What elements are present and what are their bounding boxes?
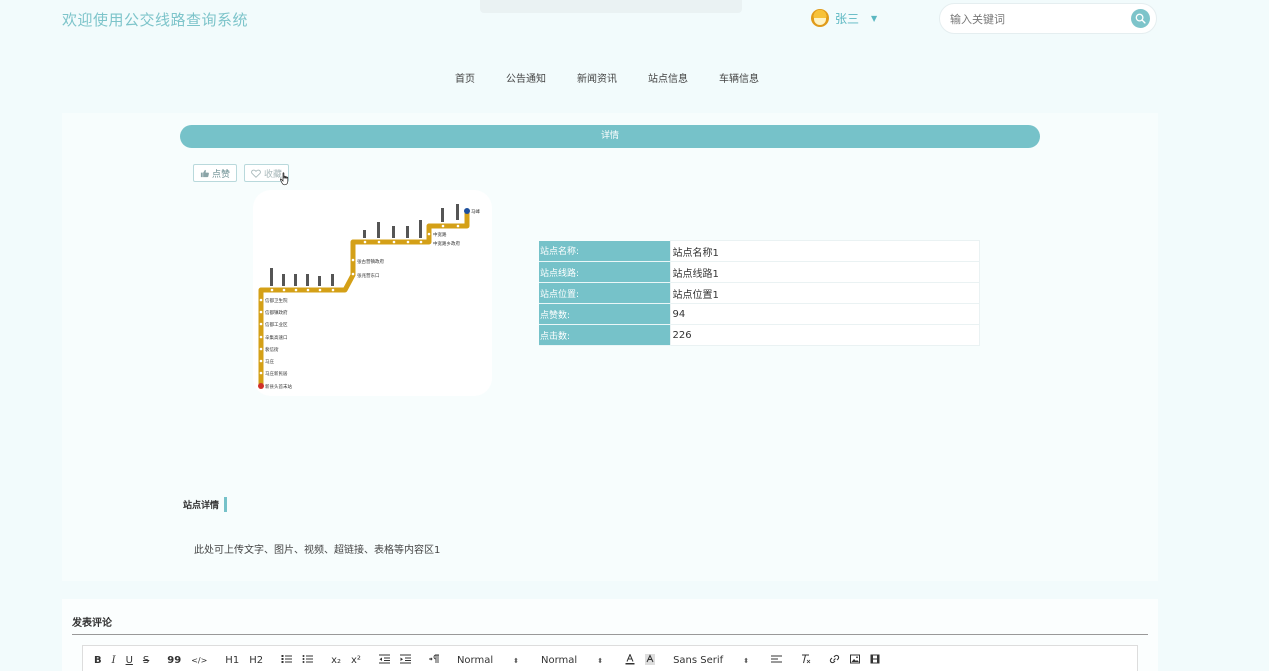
image-icon[interactable] <box>850 654 861 667</box>
map-station-label: 信都卫生院 <box>265 297 288 304</box>
section-title-text: 站点详情 <box>183 501 220 511</box>
nav-stations[interactable]: 站点信息 <box>648 70 688 85</box>
heart-icon <box>251 169 261 178</box>
map-station-label: 信都镇政府 <box>265 309 288 316</box>
subscript-button[interactable]: x₂ <box>331 655 341 666</box>
info-value: 站点位置1 <box>669 282 980 304</box>
search-icon <box>1135 13 1146 24</box>
top-placeholder-bar <box>480 0 742 13</box>
nav-news[interactable]: 新闻资讯 <box>577 70 617 85</box>
header-select-value: Normal <box>456 655 494 666</box>
map-station-label: 马庄 <box>265 358 274 365</box>
nav-vehicles[interactable]: 车辆信息 <box>719 70 759 85</box>
select-arrows-icon: ⬍ <box>597 656 604 665</box>
map-station-label: 张兆营东口 <box>357 272 380 279</box>
background-color-icon[interactable] <box>645 653 656 668</box>
info-label: 点赞数: <box>539 303 670 325</box>
clear-format-icon[interactable] <box>800 654 811 667</box>
map-station-label: 张古营镇政府 <box>357 258 384 265</box>
map-station-label: 中宽路乡政府 <box>433 240 460 247</box>
map-station-label: 辛集高速口 <box>265 334 288 341</box>
detail-header-bar: 详情 <box>180 125 1040 148</box>
info-value: 226 <box>669 324 980 346</box>
info-label: 点击数: <box>539 324 670 346</box>
info-label: 站点名称: <box>539 240 670 262</box>
section-accent-bar <box>224 497 228 512</box>
map-station-label: 马峰 <box>471 208 480 215</box>
station-info-table: 站点名称: 站点名称1 站点线路: 站点线路1 站点位置: 站点位置1 点赞数:… <box>539 240 980 346</box>
align-icon[interactable] <box>771 654 783 667</box>
search-button[interactable] <box>1131 9 1150 28</box>
info-value: 站点名称1 <box>669 240 980 262</box>
map-station-label: 信都工业区 <box>265 321 288 328</box>
bullet-list-icon[interactable] <box>302 654 314 667</box>
editor-toolbar: B I U S 99 </> H1 H2 x₂ x² Normal ⬍ Norm… <box>82 645 1138 671</box>
table-row: 点击数: 226 <box>539 324 980 346</box>
underline-button[interactable]: U <box>126 655 133 666</box>
select-arrows-icon: ⬍ <box>513 656 520 665</box>
font-select[interactable]: Sans Serif ⬍ <box>673 655 749 666</box>
strike-button[interactable]: S <box>143 655 149 666</box>
info-label: 站点线路: <box>539 261 670 283</box>
table-row: 站点名称: 站点名称1 <box>539 240 980 262</box>
map-station-label: 裴信街 <box>265 346 279 353</box>
nav-home[interactable]: 首页 <box>455 70 475 85</box>
user-avatar-icon <box>811 9 829 27</box>
text-color-icon[interactable] <box>625 652 635 668</box>
italic-button[interactable]: I <box>112 655 116 666</box>
comment-title: 发表评论 <box>72 618 112 629</box>
indent-icon[interactable] <box>399 654 411 667</box>
map-station-label: 马庄新民居 <box>265 370 288 377</box>
map-station-label: 新县头首末站 <box>265 383 292 390</box>
caret-down-icon[interactable]: ▼ <box>871 14 877 23</box>
info-label: 站点位置: <box>539 282 670 304</box>
table-row: 点赞数: 94 <box>539 303 980 325</box>
info-value: 站点线路1 <box>669 261 980 283</box>
info-value: 94 <box>669 303 980 325</box>
header-select[interactable]: Normal ⬍ <box>457 655 519 666</box>
table-row: 站点位置: 站点位置1 <box>539 282 980 304</box>
size-select[interactable]: Normal ⬍ <box>541 655 603 666</box>
bold-button[interactable]: B <box>94 655 102 666</box>
code-block-button[interactable]: </> <box>191 656 207 665</box>
section-content: 此处可上传文字、图片、视频、超链接、表格等内容区1 <box>194 545 441 556</box>
hand-cursor-icon <box>280 172 289 186</box>
select-arrows-icon: ⬍ <box>743 656 750 665</box>
main-nav: 首页 公告通知 新闻资讯 站点信息 车辆信息 <box>455 70 759 85</box>
site-title: 欢迎使用公交线路查询系统 <box>62 11 249 29</box>
map-station-label: 中宽路 <box>433 231 447 238</box>
search-box <box>939 3 1157 34</box>
search-input[interactable] <box>950 9 1130 29</box>
superscript-button[interactable]: x² <box>351 655 361 666</box>
thumbs-up-icon <box>200 169 209 177</box>
nav-notices[interactable]: 公告通知 <box>506 70 546 85</box>
route-map-image: 马峰 中宽路 中宽路乡政府 张古营镇政府 张兆营东口 信都卫生院 信都镇政府 信… <box>253 190 492 396</box>
text-direction-icon[interactable] <box>428 654 439 667</box>
blockquote-button[interactable]: 99 <box>167 655 181 666</box>
video-icon[interactable] <box>870 654 880 667</box>
user-menu[interactable]: 张三 ▼ <box>811 9 877 27</box>
link-icon[interactable] <box>829 654 840 667</box>
user-name[interactable]: 张三 <box>835 10 859 27</box>
size-select-value: Normal <box>541 655 578 666</box>
font-select-value: Sans Serif <box>673 655 724 666</box>
table-row: 站点线路: 站点线路1 <box>539 261 980 283</box>
like-button[interactable]: 点赞 <box>193 164 238 182</box>
section-title: 站点详情 <box>183 497 228 512</box>
like-label: 点赞 <box>212 169 231 180</box>
outdent-icon[interactable] <box>378 654 390 667</box>
header-1-button[interactable]: H1 <box>225 655 239 666</box>
ordered-list-icon[interactable] <box>281 654 293 667</box>
divider <box>72 634 1148 635</box>
header-2-button[interactable]: H2 <box>249 655 263 666</box>
